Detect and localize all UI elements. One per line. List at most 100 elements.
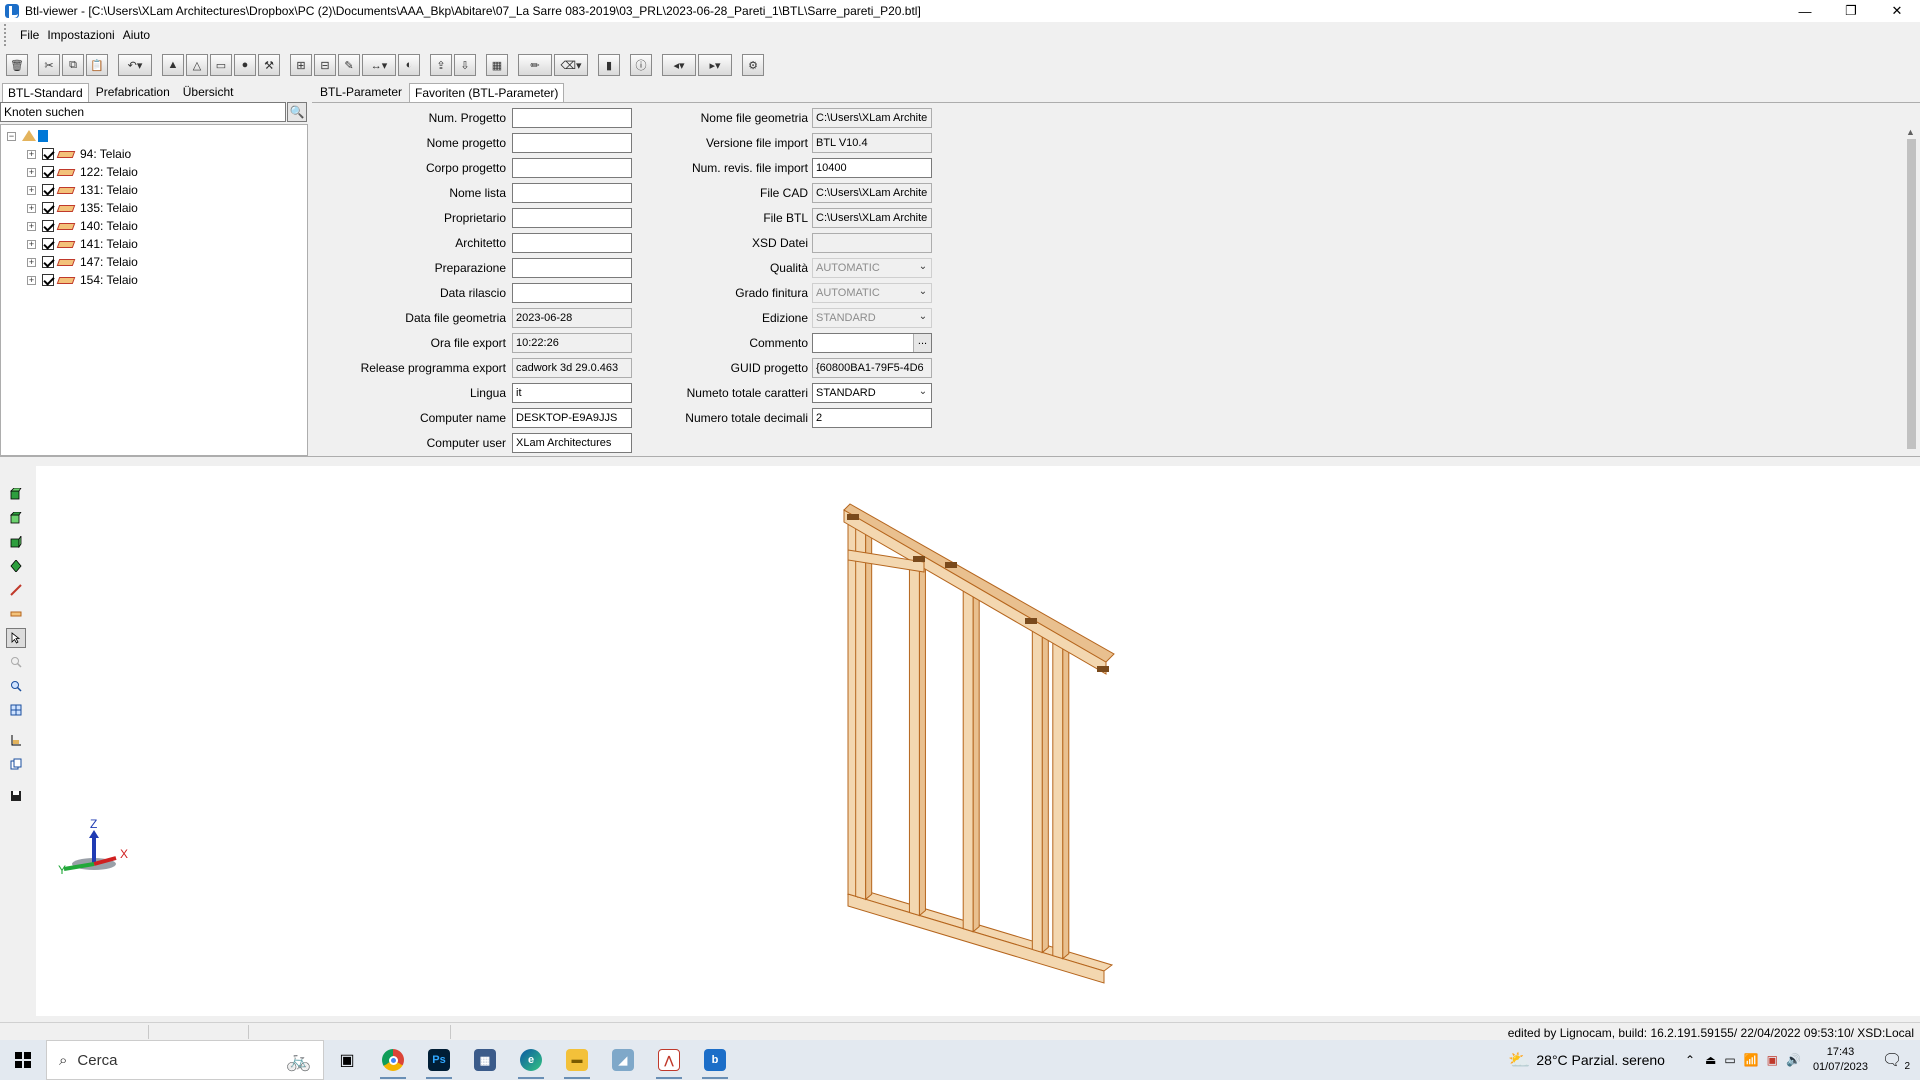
tree-node[interactable]: +122: Telaio xyxy=(27,163,138,181)
param-field[interactable] xyxy=(512,183,632,203)
copy-view-icon[interactable] xyxy=(6,754,26,774)
stud[interactable] xyxy=(1031,623,1043,954)
param-field[interactable]: 10400 xyxy=(812,158,932,178)
beam-tool-icon[interactable] xyxy=(6,604,26,624)
task-view-icon[interactable]: ▣ xyxy=(324,1040,370,1080)
tab-btl-parameter[interactable]: BTL-Parameter xyxy=(314,82,408,102)
chevron-down-icon[interactable]: ⌄ xyxy=(917,311,929,325)
stud-side[interactable] xyxy=(1062,633,1070,960)
tree-node[interactable]: +154: Telaio xyxy=(27,271,138,289)
view-top-icon[interactable] xyxy=(6,508,26,528)
tray-expand-icon[interactable]: ⌃ xyxy=(1685,1053,1695,1067)
param-field[interactable]: 2 xyxy=(812,408,932,428)
ungroup-icon[interactable]: ⊟ xyxy=(314,54,336,76)
add-node-icon[interactable]: ▲ xyxy=(162,54,184,76)
menu-impostazioni[interactable]: Impostazioni xyxy=(43,28,118,42)
scroll-up-icon[interactable]: ▲ xyxy=(1906,127,1915,137)
param-field[interactable] xyxy=(512,208,632,228)
table-icon[interactable]: ▦ xyxy=(486,54,508,76)
node-checkbox[interactable] xyxy=(42,238,54,250)
view-side-icon[interactable] xyxy=(6,532,26,552)
tree-node[interactable]: +147: Telaio xyxy=(27,253,138,271)
expand-icon[interactable]: + xyxy=(27,221,36,231)
stud[interactable] xyxy=(908,552,920,917)
wifi-icon[interactable]: 📶 xyxy=(1744,1053,1759,1067)
zoom-icon[interactable] xyxy=(6,676,26,696)
windows-start-icon[interactable] xyxy=(0,1040,46,1080)
chevron-down-icon[interactable]: ⌄ xyxy=(917,261,929,275)
edge-icon[interactable]: e xyxy=(508,1040,554,1080)
export-icon[interactable]: ⇪ xyxy=(430,54,452,76)
volume-icon[interactable]: 🔊 xyxy=(1786,1053,1801,1067)
restore-button[interactable]: ❐ xyxy=(1828,0,1874,22)
param-field[interactable] xyxy=(512,283,632,303)
copy-icon[interactable]: ⧉ xyxy=(62,54,84,76)
dimension-icon[interactable] xyxy=(6,730,26,750)
stud-side[interactable] xyxy=(1041,621,1049,954)
info-icon[interactable]: ⓘ xyxy=(630,54,652,76)
ellipsis-button[interactable]: ... xyxy=(913,334,931,352)
expand-icon[interactable]: + xyxy=(27,239,36,249)
notification-center-icon[interactable]: 🗨 2 xyxy=(1882,1050,1912,1072)
weather-text[interactable]: 28°C Parzial. sereno xyxy=(1536,1052,1665,1068)
processing-icon[interactable]: ● xyxy=(234,54,256,76)
paste-icon[interactable]: 📋 xyxy=(86,54,108,76)
parameter-scrollbar[interactable]: ▲ ▼ xyxy=(1903,125,1920,477)
param-field[interactable]: XLam Architectures xyxy=(512,433,632,453)
node-checkbox[interactable] xyxy=(42,220,54,232)
add-beam-icon[interactable]: ▭ xyxy=(210,54,232,76)
clock[interactable]: 17:43 01/07/2023 xyxy=(1813,1045,1868,1075)
param-field[interactable]: 10:22:26 xyxy=(512,333,632,353)
param-field[interactable]: it xyxy=(512,383,632,403)
param-field[interactable] xyxy=(512,233,632,253)
file-explorer-icon[interactable]: ▬ xyxy=(554,1040,600,1080)
tree-node[interactable]: +135: Telaio xyxy=(27,199,138,217)
tree-root[interactable]: − xyxy=(7,127,48,145)
param-field[interactable]: ... xyxy=(812,333,932,353)
expand-icon[interactable]: + xyxy=(27,167,36,177)
param-field[interactable] xyxy=(512,108,632,128)
expand-icon[interactable]: + xyxy=(27,185,36,195)
param-field[interactable]: 2023-06-28 xyxy=(512,308,632,328)
param-field[interactable]: DESKTOP-E9A9JJS xyxy=(512,408,632,428)
param-field[interactable] xyxy=(812,233,932,253)
stud-side[interactable] xyxy=(972,581,980,933)
highlight-icon[interactable]: ✏ xyxy=(518,54,552,76)
stud[interactable] xyxy=(1052,635,1064,960)
param-field[interactable]: C:\Users\XLam Archite xyxy=(812,108,932,128)
param-field[interactable]: C:\Users\XLam Archite xyxy=(812,208,932,228)
chrome-icon[interactable] xyxy=(370,1040,416,1080)
param-field[interactable]: {60800BA1-79F5-4D6 xyxy=(812,358,932,378)
node-checkbox[interactable] xyxy=(42,166,54,178)
param-field[interactable] xyxy=(512,158,632,178)
tab-btl-standard[interactable]: BTL-Standard xyxy=(2,83,89,102)
next-icon[interactable]: ▸▾ xyxy=(698,54,732,76)
group-icon[interactable]: ⊞ xyxy=(290,54,312,76)
node-search-input[interactable]: Knoten suchen xyxy=(0,102,286,122)
rotate-icon[interactable]: ◐ xyxy=(398,54,420,76)
delete-icon[interactable]: 🗑 xyxy=(6,54,28,76)
calendar-icon[interactable]: ▣ xyxy=(1767,1053,1778,1067)
param-select[interactable]: AUTOMATIC ⌄ xyxy=(812,258,932,278)
mail-icon[interactable]: ◢ xyxy=(600,1040,646,1080)
search-icon[interactable]: 🔍 xyxy=(287,102,307,122)
undo-icon[interactable]: ↶▾ xyxy=(118,54,152,76)
eraser-icon[interactable]: ⌫▾ xyxy=(554,54,588,76)
pan-tool-icon[interactable] xyxy=(6,652,26,672)
node-checkbox[interactable] xyxy=(42,148,54,160)
stud[interactable] xyxy=(855,521,867,900)
stud[interactable] xyxy=(962,583,974,933)
param-field[interactable] xyxy=(512,133,632,153)
bottom-plate[interactable] xyxy=(846,887,1114,972)
tree-node[interactable]: +94: Telaio xyxy=(27,145,131,163)
view-front-icon[interactable] xyxy=(6,484,26,504)
param-select[interactable]: AUTOMATIC ⌄ xyxy=(812,283,932,303)
param-field[interactable] xyxy=(512,258,632,278)
pdf-reader-icon[interactable]: ⋀ xyxy=(646,1040,692,1080)
cut-icon[interactable]: ✂ xyxy=(38,54,60,76)
chevron-down-icon[interactable]: ⌄ xyxy=(917,386,929,400)
close-button[interactable]: ✕ xyxy=(1874,0,1920,22)
tree-node[interactable]: +131: Telaio xyxy=(27,181,138,199)
param-field[interactable]: BTL V10.4 xyxy=(812,133,932,153)
param-field[interactable]: cadwork 3d 29.0.463 xyxy=(512,358,632,378)
